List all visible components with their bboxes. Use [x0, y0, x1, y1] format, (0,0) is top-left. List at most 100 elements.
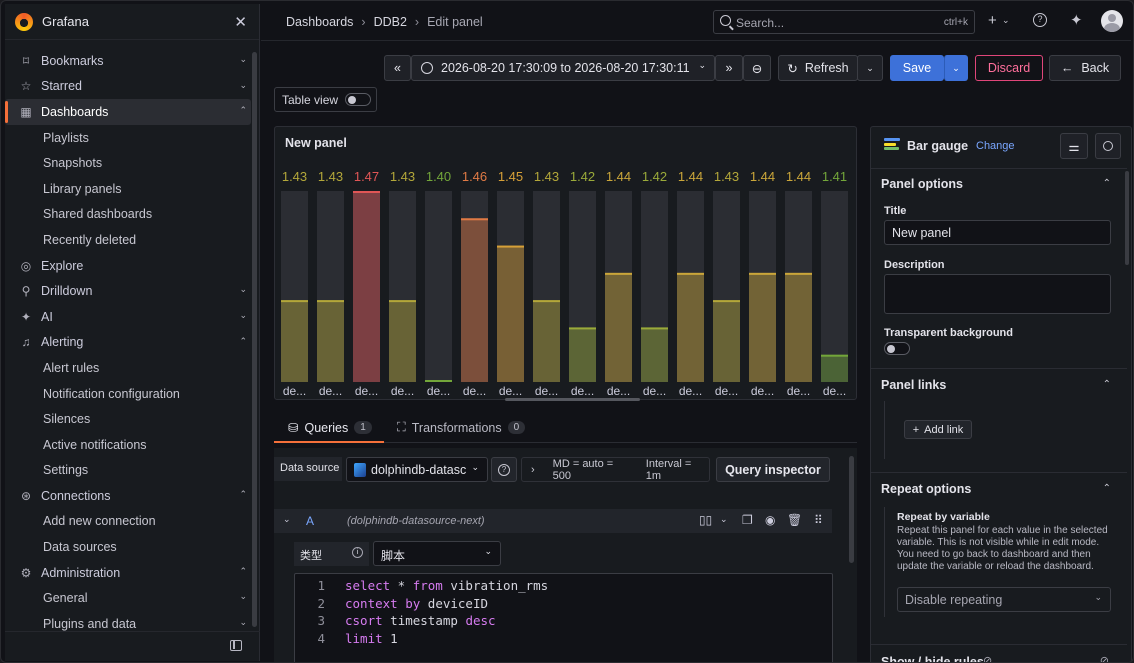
chevron-down-icon[interactable]: ⌄: [1002, 15, 1010, 26]
sidebar-item-alert-rules[interactable]: Alert rules: [5, 355, 251, 381]
chevron-up-icon[interactable]: ⌃: [1103, 483, 1111, 494]
duplicate-icon[interactable]: ❐: [742, 513, 753, 527]
description-textarea[interactable]: [884, 274, 1111, 314]
transparent-switch[interactable]: [884, 342, 910, 355]
bar: [749, 272, 776, 382]
chevron-down-icon[interactable]: ⌄: [239, 617, 247, 628]
sidebar-item-library-panels[interactable]: Library panels: [5, 176, 251, 202]
sidebar-item-connections[interactable]: ⊛ Connections ⌃: [5, 483, 251, 509]
search-input[interactable]: Search... ctrl+k: [713, 10, 975, 34]
repeat-options-title[interactable]: Repeat options: [881, 482, 971, 496]
refresh-label: Refresh: [804, 61, 849, 75]
sidebar-item-alerting[interactable]: ♫ Alerting ⌃: [5, 330, 251, 356]
save-options-dropdown[interactable]: ⌄: [944, 55, 968, 81]
chevron-down-icon[interactable]: ⌄: [239, 80, 247, 91]
dock-menu-icon[interactable]: [230, 640, 242, 651]
add-link-button[interactable]: + Add link: [904, 420, 972, 439]
query-scrollbar[interactable]: [849, 456, 854, 563]
chevron-up-icon[interactable]: ⌃: [1103, 379, 1111, 390]
book-icon[interactable]: ▯▯: [699, 513, 712, 527]
sidebar-item-ai[interactable]: ✦ AI ⌄: [5, 304, 251, 330]
time-back-button[interactable]: «: [384, 55, 411, 81]
chevron-down-icon[interactable]: ⌄: [239, 591, 247, 602]
time-forward-button[interactable]: »: [715, 55, 743, 81]
sidebar-item-general[interactable]: General ⌄: [5, 585, 251, 611]
type-select[interactable]: 脚本 ⌄: [373, 541, 501, 566]
table-view-toggle[interactable]: Table view: [274, 87, 377, 112]
show-hide-rules-title[interactable]: Show / hide rules: [881, 655, 984, 662]
code-text: limit 1: [345, 630, 398, 646]
eye-icon[interactable]: ◉: [765, 513, 775, 527]
sidebar-scrollbar[interactable]: [252, 52, 257, 627]
help-icon[interactable]: ?: [1033, 13, 1047, 27]
line-number: 2: [317, 595, 325, 611]
title-input[interactable]: New panel: [884, 220, 1111, 245]
sidebar-item-silences[interactable]: Silences: [5, 406, 251, 432]
options-toggle-button[interactable]: ⚌: [1060, 133, 1088, 159]
breadcrumb-ddb2[interactable]: DDB2: [374, 15, 407, 29]
bar-cap: [713, 300, 740, 303]
sidebar-item-notification-configuration[interactable]: Notification configuration: [5, 381, 251, 407]
chevron-up-icon[interactable]: ⌃: [1103, 178, 1111, 189]
datasource-select[interactable]: dolphindb-datasc ⌄: [346, 457, 488, 482]
chevron-down-icon[interactable]: ⌄: [720, 514, 728, 525]
trash-icon[interactable]: 🗑: [787, 513, 802, 527]
ai-sparkle-icon[interactable]: ✦: [1070, 11, 1083, 29]
zoom-out-button[interactable]: ⊖: [743, 55, 771, 81]
plus-icon[interactable]: +: [988, 12, 997, 29]
chevron-down-icon[interactable]: ⌄: [239, 54, 247, 65]
chevron-up-icon[interactable]: ⌃: [239, 336, 247, 347]
sidebar-item-settings[interactable]: Settings: [5, 458, 251, 484]
query-letter[interactable]: A: [306, 514, 314, 528]
sidebar-item-playlists[interactable]: Playlists: [5, 125, 251, 151]
change-viz-link[interactable]: Change: [976, 140, 1015, 152]
sidebar-item-active-notifications[interactable]: Active notifications: [5, 432, 251, 458]
sidebar-item-label: Add new connection: [43, 514, 156, 529]
sidebar-item-dashboards[interactable]: ▦ Dashboards ⌃: [5, 99, 251, 125]
close-icon[interactable]: ✕: [234, 13, 247, 31]
refresh-button[interactable]: ↻ Refresh: [778, 55, 858, 81]
chevron-down-icon[interactable]: ⌄: [239, 284, 247, 295]
breadcrumb-dashboards[interactable]: Dashboards: [286, 15, 353, 29]
chevron-down-icon[interactable]: ⌄: [239, 310, 247, 321]
panel-links-title[interactable]: Panel links: [881, 378, 946, 392]
repeat-variable-select[interactable]: Disable repeating ⌄: [897, 587, 1111, 612]
sidebar-item-explore[interactable]: ◎ Explore: [5, 253, 251, 279]
chevron-up-icon[interactable]: ⌃: [239, 489, 247, 500]
code-editor[interactable]: 1 select * from vibration_rms 2 context by …: [294, 573, 833, 662]
query-options-button[interactable]: › MD = auto = 500 Interval = 1m: [521, 457, 710, 482]
sidebar-item-drilldown[interactable]: ⚲ Drilldown ⌄: [5, 278, 251, 304]
sidebar-item-administration[interactable]: ⚙ Administration ⌃: [5, 560, 251, 586]
datasource-help-button[interactable]: ?: [491, 457, 517, 482]
table-view-switch[interactable]: [345, 93, 371, 106]
sidebar-item-shared-dashboards[interactable]: Shared dashboards: [5, 202, 251, 228]
sidebar-item-data-sources[interactable]: Data sources: [5, 534, 251, 560]
sidebar-item-recently-deleted[interactable]: Recently deleted: [5, 227, 251, 253]
collapse-chevron-icon[interactable]: ⌄: [283, 514, 291, 525]
bar: [533, 300, 560, 382]
panel-options-title[interactable]: Panel options: [881, 177, 963, 191]
discard-button[interactable]: Discard: [975, 55, 1043, 81]
query-inspector-button[interactable]: Query inspector: [716, 457, 830, 482]
repeat-select-value: Disable repeating: [905, 593, 1003, 607]
time-range-picker[interactable]: 2026-08-20 17:30:09 to 2026-08-20 17:30:…: [411, 55, 715, 81]
bar-cap: [497, 245, 524, 248]
refresh-interval-dropdown[interactable]: ⌄: [857, 55, 883, 81]
options-search-button[interactable]: [1095, 133, 1121, 159]
sidebar-item-bookmarks[interactable]: ⌑ Bookmarks ⌄: [5, 48, 251, 74]
chevron-up-icon[interactable]: ⌃: [239, 105, 247, 116]
back-button[interactable]: ← Back: [1049, 55, 1121, 81]
bar-cap: [281, 300, 308, 303]
sidebar-item-add-new-connection[interactable]: Add new connection: [5, 509, 251, 535]
sidebar-item-starred[interactable]: ☆ Starred ⌄: [5, 74, 251, 100]
panel-horizontal-scrollbar[interactable]: [505, 398, 640, 401]
save-button[interactable]: Save: [890, 55, 944, 81]
chevron-up-icon[interactable]: ⌃: [239, 566, 247, 577]
tab-queries[interactable]: ⛁ Queries 1: [288, 420, 372, 435]
bar: [353, 191, 380, 382]
avatar[interactable]: [1101, 10, 1123, 32]
drag-handle-icon[interactable]: ⠿: [814, 513, 823, 527]
sidebar-item-snapshots[interactable]: Snapshots: [5, 150, 251, 176]
tab-transformations[interactable]: ⛶ Transformations 0: [397, 420, 526, 435]
options-scrollbar[interactable]: [1125, 171, 1129, 265]
